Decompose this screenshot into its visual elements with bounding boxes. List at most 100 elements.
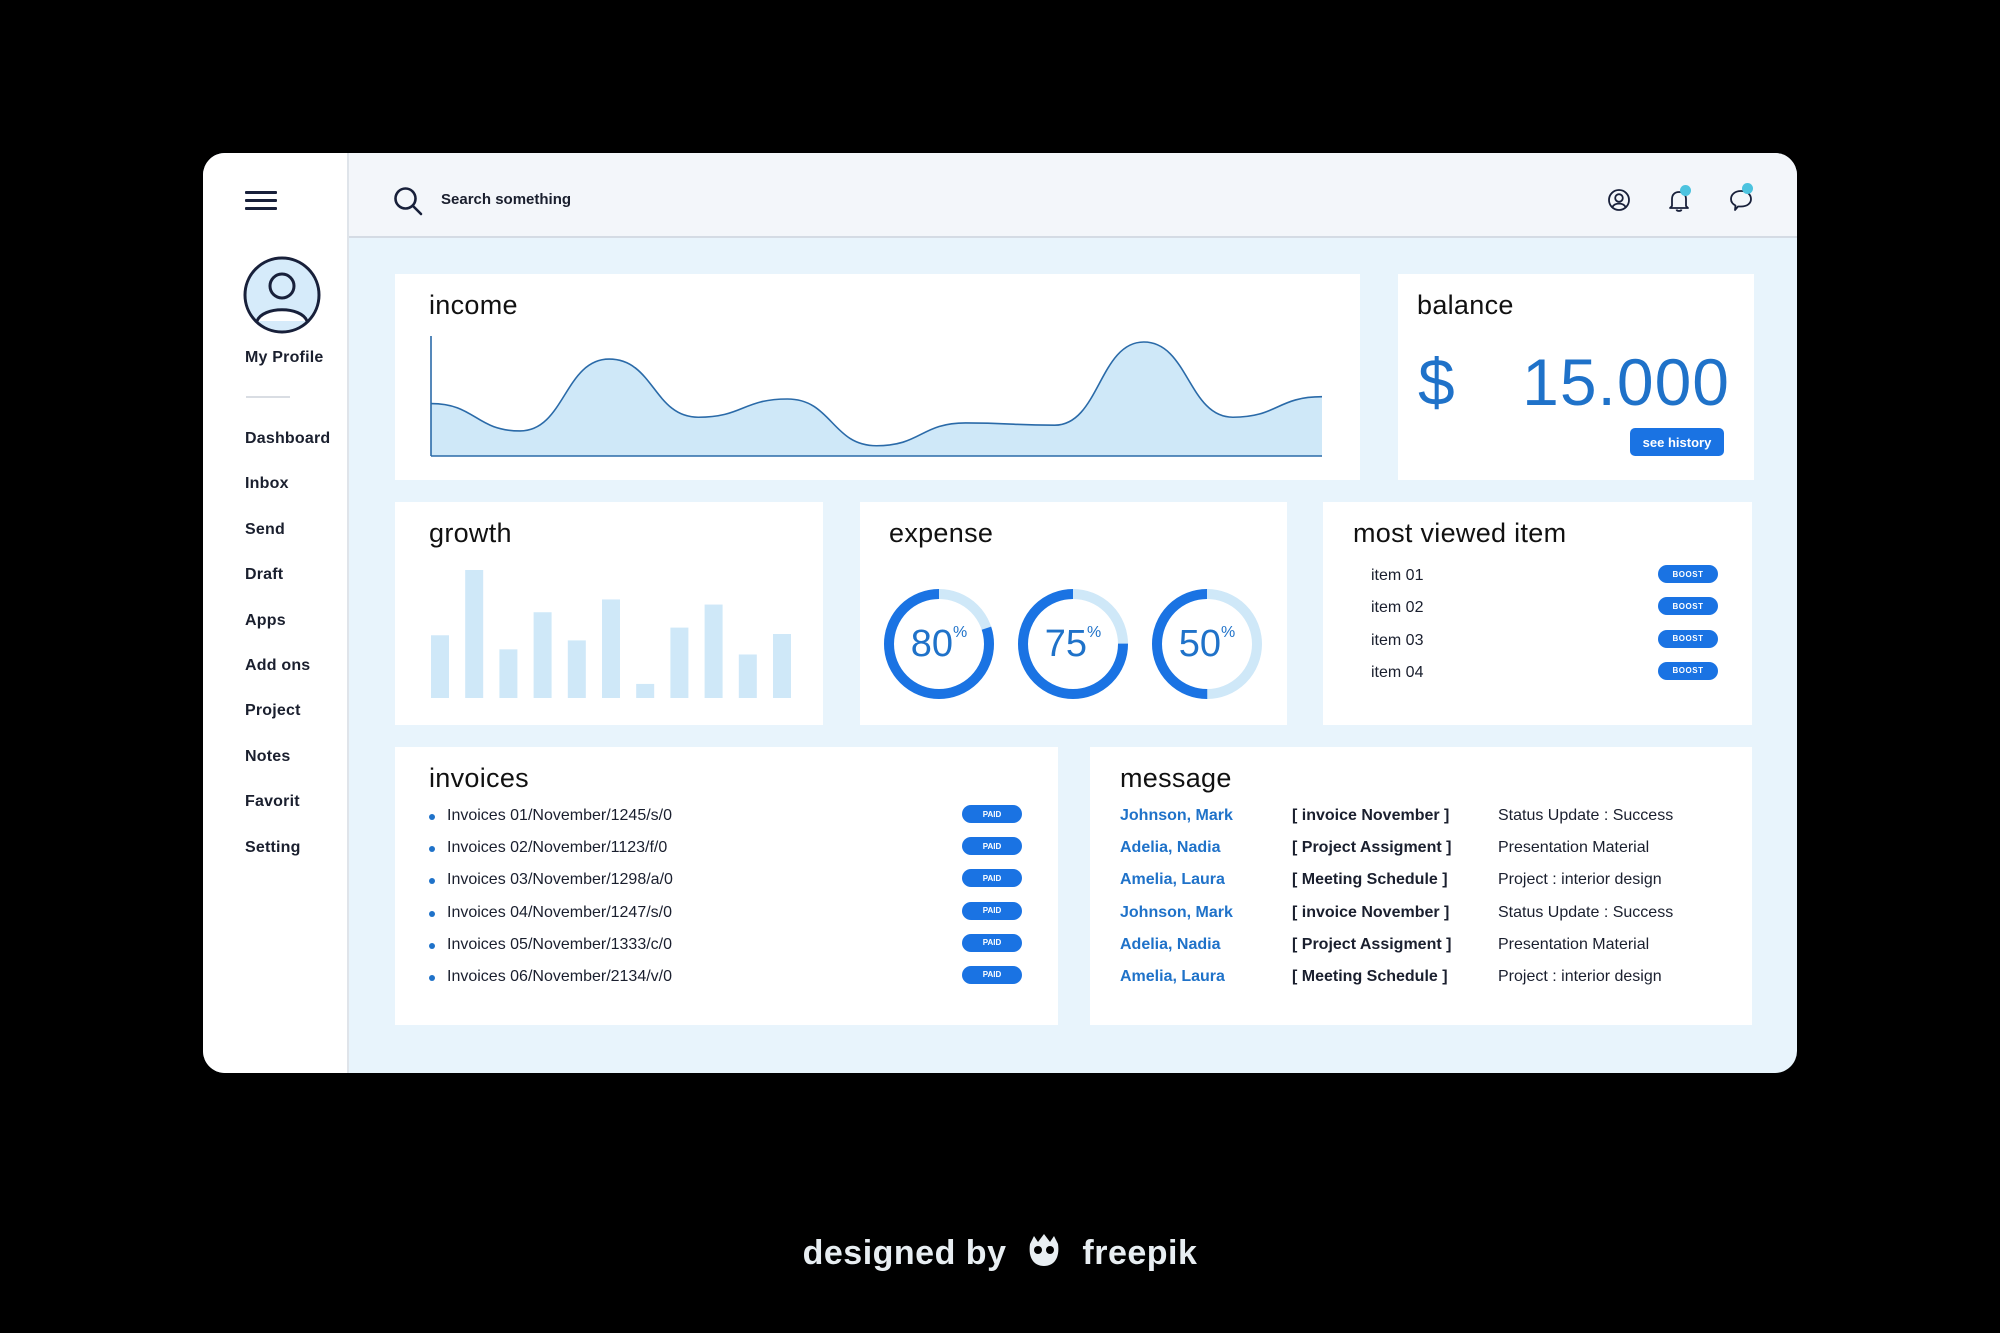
message-card: message Johnson, Mark[ invoice November … [1090, 747, 1752, 1025]
sidebar-divider [246, 396, 290, 398]
ring-value: 75% [1016, 587, 1130, 701]
sidebar-item-inbox[interactable]: Inbox [245, 475, 330, 520]
expense-ring: 80% [882, 587, 996, 701]
invoice-row[interactable]: Invoices 05/November/1333/c/0 PAID [429, 933, 1022, 968]
paid-badge[interactable]: PAID [962, 901, 1022, 920]
bullet-icon [429, 910, 435, 917]
growth-bar [567, 640, 586, 698]
growth-title: growth [429, 518, 512, 548]
message-description: Project : interior design [1498, 871, 1662, 889]
messages-button[interactable] [1728, 183, 1754, 213]
sender-name[interactable]: Amelia, Laura [1120, 968, 1292, 1000]
message-row[interactable]: Adelia, Nadia[ Project Assigment ] Presen… [1120, 839, 1722, 871]
sidebar-item-favorit[interactable]: Favorit [245, 793, 330, 838]
notifications-button[interactable] [1666, 185, 1692, 213]
sidebar-item-apps[interactable]: Apps [245, 612, 330, 657]
growth-bar [773, 634, 791, 698]
search-input[interactable] [441, 187, 841, 211]
invoice-row[interactable]: Invoices 03/November/1298/a/0 PAID [429, 869, 1022, 903]
freepik-logo-icon [1030, 1234, 1059, 1266]
invoice-row[interactable]: Invoices 01/November/1245/s/0 PAID [429, 805, 1022, 839]
message-subject: [ Meeting Schedule ] [1292, 871, 1448, 889]
watermark-brand: freepik [1082, 1234, 1198, 1272]
dashboard-window: My Profile Dashboard Inbox Send Draft Ap… [203, 153, 1797, 1073]
message-row[interactable]: Adelia, Nadia[ Project Assigment ] Presen… [1120, 936, 1722, 968]
bullet-icon [429, 974, 435, 981]
sidebar-item-add-ons[interactable]: Add ons [245, 657, 330, 702]
invoice-row[interactable]: Invoices 02/November/1123/f/0 PAID [429, 837, 1022, 871]
balance-amount: 15.000 [1522, 345, 1730, 419]
sender-name[interactable]: Amelia, Laura [1120, 871, 1292, 903]
sidebar-item-project[interactable]: Project [245, 702, 330, 747]
sender-name[interactable]: Adelia, Nadia [1120, 936, 1292, 968]
boost-button[interactable]: BOOST [1658, 565, 1718, 583]
item-label: item 02 [1371, 599, 1424, 617]
sidebar-item-setting[interactable]: Setting [245, 839, 330, 884]
sender-name[interactable]: Adelia, Nadia [1120, 839, 1292, 871]
message-subject: [ invoice November ] [1292, 807, 1450, 824]
growth-chart [431, 570, 791, 698]
growth-bar [499, 649, 518, 698]
boost-button[interactable]: BOOST [1658, 661, 1718, 680]
invoices-card: invoices Invoices 01/November/1245/s/0 PA… [395, 747, 1058, 1025]
growth-bar [670, 627, 689, 698]
invoice-label: Invoices 06/November/2134/v/0 [447, 967, 673, 985]
paid-badge[interactable]: PAID [962, 805, 1022, 823]
message-row[interactable]: Johnson, Mark[ invoice November ] Status … [1120, 807, 1722, 839]
income-area [431, 342, 1322, 456]
message-subject: [ Project Assigment ] [1292, 935, 1452, 953]
boost-button[interactable]: BOOST [1658, 629, 1718, 648]
notification-dot [1680, 185, 1691, 196]
message-subject: [ invoice November ] [1292, 903, 1450, 921]
message-subject: [ Meeting Schedule ] [1292, 967, 1448, 985]
invoice-row[interactable]: Invoices 06/November/2134/v/0 PAID [429, 965, 1022, 1000]
growth-bar [431, 635, 449, 698]
sidebar-item-notes[interactable]: Notes [245, 748, 330, 793]
growth-bar [465, 570, 484, 698]
expense-title: expense [889, 518, 994, 548]
see-history-button[interactable]: see history [1630, 428, 1724, 456]
avatar-icon[interactable] [243, 256, 321, 334]
balance-title: balance [1417, 290, 1514, 320]
paid-badge[interactable]: PAID [962, 869, 1022, 888]
sidebar-item-send[interactable]: Send [245, 521, 330, 566]
sender-name[interactable]: Johnson, Mark [1120, 807, 1292, 839]
paid-badge[interactable]: PAID [962, 933, 1022, 952]
ring-value: 50% [1150, 587, 1264, 701]
most-viewed-title: most viewed item [1353, 518, 1567, 548]
message-row[interactable]: Johnson, Mark[ invoice November ] Status … [1120, 904, 1722, 936]
message-title: message [1120, 763, 1232, 793]
paid-badge[interactable]: PAID [962, 965, 1022, 984]
bullet-icon [429, 814, 435, 820]
ring-value-number: 80 [910, 622, 954, 665]
message-dot [1742, 183, 1753, 194]
growth-bar [533, 612, 552, 698]
income-title: income [429, 290, 518, 320]
sidebar-nav: Dashboard Inbox Send Draft Apps Add ons … [245, 430, 330, 884]
growth-bar [602, 599, 620, 698]
message-description: Status Update : Success [1498, 903, 1674, 921]
message-row[interactable]: Amelia, Laura[ Meeting Schedule ] Project… [1120, 871, 1722, 903]
message-description: Status Update : Success [1498, 807, 1674, 824]
expense-card: expense 80% 75% 50% [860, 502, 1287, 725]
search-icon[interactable] [393, 186, 423, 216]
hamburger-menu-icon[interactable] [245, 191, 277, 213]
income-card: income [395, 274, 1360, 480]
message-description: Presentation Material [1498, 839, 1650, 857]
invoice-label: Invoices 02/November/1123/f/0 [447, 839, 668, 857]
invoice-row[interactable]: Invoices 04/November/1247/s/0 PAID [429, 901, 1022, 936]
message-subject: [ Project Assigment ] [1292, 839, 1452, 857]
paid-badge[interactable]: PAID [962, 837, 1022, 856]
sender-name[interactable]: Johnson, Mark [1120, 904, 1292, 936]
ring-value-unit: % [1087, 624, 1102, 641]
message-row[interactable]: Amelia, Laura[ Meeting Schedule ] Project… [1120, 968, 1722, 1000]
invoice-label: Invoices 05/November/1333/c/0 [447, 935, 673, 953]
invoice-label: Invoices 04/November/1247/s/0 [447, 903, 673, 921]
user-circle-icon[interactable] [1606, 187, 1632, 213]
sidebar-item-draft[interactable]: Draft [245, 566, 330, 611]
boost-button[interactable]: BOOST [1658, 597, 1718, 616]
ring-value-unit: % [1221, 624, 1236, 641]
my-profile-link[interactable]: My Profile [245, 349, 323, 367]
sidebar-item-dashboard[interactable]: Dashboard [245, 430, 330, 475]
ring-value-unit: % [953, 624, 968, 641]
